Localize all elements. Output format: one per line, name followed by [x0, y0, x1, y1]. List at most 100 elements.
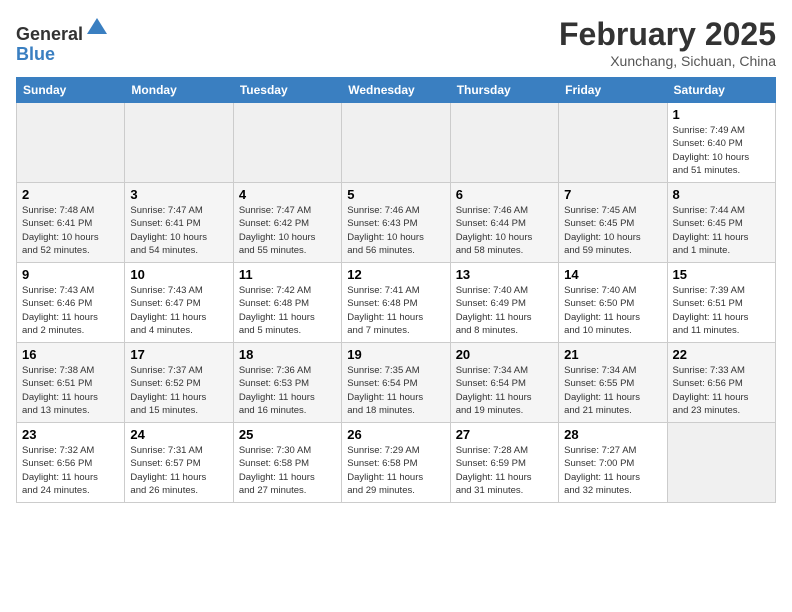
calendar-cell: 15Sunrise: 7:39 AM Sunset: 6:51 PM Dayli… [667, 263, 775, 343]
calendar-cell: 17 Sunrise: 7:37 AM Sunset: 6:52 PM Dayli… [125, 343, 233, 423]
day-number: 9 [22, 267, 119, 282]
weekday-header-sunday: Sunday [17, 78, 125, 103]
calendar-cell: 10 Sunrise: 7:43 AM Sunset: 6:47 PM Dayli… [125, 263, 233, 343]
calendar-cell: 18 Sunrise: 7:36 AM Sunset: 6:53 PM Dayli… [233, 343, 341, 423]
day-info: Sunrise: 7:32 AM Sunset: 6:56 PM Dayligh… [22, 444, 119, 497]
calendar-cell [667, 423, 775, 503]
day-info: Sunrise: 7:40 AM Sunset: 6:50 PM Dayligh… [564, 284, 661, 337]
day-info: Sunrise: 7:27 AM Sunset: 7:00 PM Dayligh… [564, 444, 661, 497]
day-number: 6 [456, 187, 553, 202]
day-number: 11 [239, 267, 336, 282]
day-info: Sunrise: 7:48 AM Sunset: 6:41 PM Dayligh… [22, 204, 119, 257]
day-info: Sunrise: 7:46 AM Sunset: 6:43 PM Dayligh… [347, 204, 444, 257]
day-number: 20 [456, 347, 553, 362]
weekday-header-thursday: Thursday [450, 78, 558, 103]
day-number: 3 [130, 187, 227, 202]
day-info: Sunrise: 7:34 AM Sunset: 6:55 PM Dayligh… [564, 364, 661, 417]
day-info: Sunrise: 7:30 AM Sunset: 6:58 PM Dayligh… [239, 444, 336, 497]
calendar-cell: 2Sunrise: 7:48 AM Sunset: 6:41 PM Daylig… [17, 183, 125, 263]
day-number: 26 [347, 427, 444, 442]
calendar-week-3: 9 Sunrise: 7:43 AM Sunset: 6:46 PM Daylig… [17, 263, 776, 343]
calendar-cell: 20Sunrise: 7:34 AM Sunset: 6:54 PM Dayli… [450, 343, 558, 423]
day-info: Sunrise: 7:44 AM Sunset: 6:45 PM Dayligh… [673, 204, 770, 257]
day-info: Sunrise: 7:31 AM Sunset: 6:57 PM Dayligh… [130, 444, 227, 497]
calendar-cell: 28 Sunrise: 7:27 AM Sunset: 7:00 PM Dayli… [559, 423, 667, 503]
calendar-cell: 26 Sunrise: 7:29 AM Sunset: 6:58 PM Dayli… [342, 423, 450, 503]
logo-blue: Blue [16, 44, 55, 64]
day-number: 16 [22, 347, 119, 362]
calendar-week-1: 1 Sunrise: 7:49 AM Sunset: 6:40 PM Daylig… [17, 103, 776, 183]
calendar-cell: 12Sunrise: 7:41 AM Sunset: 6:48 PM Dayli… [342, 263, 450, 343]
calendar-cell: 4 Sunrise: 7:47 AM Sunset: 6:42 PM Daylig… [233, 183, 341, 263]
day-info: Sunrise: 7:49 AM Sunset: 6:40 PM Dayligh… [673, 124, 770, 177]
weekday-header-friday: Friday [559, 78, 667, 103]
calendar-cell [342, 103, 450, 183]
calendar-week-4: 16 Sunrise: 7:38 AM Sunset: 6:51 PM Dayli… [17, 343, 776, 423]
day-number: 12 [347, 267, 444, 282]
day-info: Sunrise: 7:38 AM Sunset: 6:51 PM Dayligh… [22, 364, 119, 417]
day-number: 28 [564, 427, 661, 442]
day-number: 4 [239, 187, 336, 202]
calendar-cell [559, 103, 667, 183]
day-number: 21 [564, 347, 661, 362]
month-title: February 2025 [559, 16, 776, 53]
day-number: 1 [673, 107, 770, 122]
calendar-cell: 6 Sunrise: 7:46 AM Sunset: 6:44 PM Daylig… [450, 183, 558, 263]
calendar-cell [17, 103, 125, 183]
day-number: 22 [673, 347, 770, 362]
day-number: 8 [673, 187, 770, 202]
calendar-cell: 14 Sunrise: 7:40 AM Sunset: 6:50 PM Dayli… [559, 263, 667, 343]
day-info: Sunrise: 7:43 AM Sunset: 6:46 PM Dayligh… [22, 284, 119, 337]
day-info: Sunrise: 7:46 AM Sunset: 6:44 PM Dayligh… [456, 204, 553, 257]
day-number: 13 [456, 267, 553, 282]
day-number: 18 [239, 347, 336, 362]
day-info: Sunrise: 7:47 AM Sunset: 6:42 PM Dayligh… [239, 204, 336, 257]
day-number: 27 [456, 427, 553, 442]
location: Xunchang, Sichuan, China [559, 53, 776, 69]
day-info: Sunrise: 7:33 AM Sunset: 6:56 PM Dayligh… [673, 364, 770, 417]
day-number: 7 [564, 187, 661, 202]
calendar-cell: 22 Sunrise: 7:33 AM Sunset: 6:56 PM Dayli… [667, 343, 775, 423]
calendar-week-2: 2Sunrise: 7:48 AM Sunset: 6:41 PM Daylig… [17, 183, 776, 263]
calendar-cell: 9 Sunrise: 7:43 AM Sunset: 6:46 PM Daylig… [17, 263, 125, 343]
day-info: Sunrise: 7:37 AM Sunset: 6:52 PM Dayligh… [130, 364, 227, 417]
calendar-cell [125, 103, 233, 183]
title-block: February 2025 Xunchang, Sichuan, China [559, 16, 776, 69]
day-number: 19 [347, 347, 444, 362]
day-number: 10 [130, 267, 227, 282]
calendar-cell: 7 Sunrise: 7:45 AM Sunset: 6:45 PM Daylig… [559, 183, 667, 263]
calendar-cell [233, 103, 341, 183]
weekday-header-monday: Monday [125, 78, 233, 103]
day-number: 24 [130, 427, 227, 442]
weekday-header-tuesday: Tuesday [233, 78, 341, 103]
weekday-header-saturday: Saturday [667, 78, 775, 103]
calendar-cell: 3 Sunrise: 7:47 AM Sunset: 6:41 PM Daylig… [125, 183, 233, 263]
day-info: Sunrise: 7:35 AM Sunset: 6:54 PM Dayligh… [347, 364, 444, 417]
day-number: 17 [130, 347, 227, 362]
day-info: Sunrise: 7:42 AM Sunset: 6:48 PM Dayligh… [239, 284, 336, 337]
day-number: 5 [347, 187, 444, 202]
calendar-cell: 23 Sunrise: 7:32 AM Sunset: 6:56 PM Dayli… [17, 423, 125, 503]
calendar-cell: 27Sunrise: 7:28 AM Sunset: 6:59 PM Dayli… [450, 423, 558, 503]
day-info: Sunrise: 7:43 AM Sunset: 6:47 PM Dayligh… [130, 284, 227, 337]
calendar-cell: 21 Sunrise: 7:34 AM Sunset: 6:55 PM Dayli… [559, 343, 667, 423]
calendar-week-5: 23 Sunrise: 7:32 AM Sunset: 6:56 PM Dayli… [17, 423, 776, 503]
logo: General Blue [16, 16, 109, 65]
calendar-cell: 25Sunrise: 7:30 AM Sunset: 6:58 PM Dayli… [233, 423, 341, 503]
day-info: Sunrise: 7:36 AM Sunset: 6:53 PM Dayligh… [239, 364, 336, 417]
day-info: Sunrise: 7:45 AM Sunset: 6:45 PM Dayligh… [564, 204, 661, 257]
page-header: General Blue February 2025 Xunchang, Sic… [16, 16, 776, 69]
day-info: Sunrise: 7:39 AM Sunset: 6:51 PM Dayligh… [673, 284, 770, 337]
weekday-header-row: SundayMondayTuesdayWednesdayThursdayFrid… [17, 78, 776, 103]
day-number: 14 [564, 267, 661, 282]
calendar-table: SundayMondayTuesdayWednesdayThursdayFrid… [16, 77, 776, 503]
day-number: 23 [22, 427, 119, 442]
calendar-cell: 16 Sunrise: 7:38 AM Sunset: 6:51 PM Dayli… [17, 343, 125, 423]
day-info: Sunrise: 7:47 AM Sunset: 6:41 PM Dayligh… [130, 204, 227, 257]
day-info: Sunrise: 7:29 AM Sunset: 6:58 PM Dayligh… [347, 444, 444, 497]
calendar-cell: 24 Sunrise: 7:31 AM Sunset: 6:57 PM Dayli… [125, 423, 233, 503]
calendar-cell: 8 Sunrise: 7:44 AM Sunset: 6:45 PM Daylig… [667, 183, 775, 263]
day-info: Sunrise: 7:40 AM Sunset: 6:49 PM Dayligh… [456, 284, 553, 337]
logo-icon [85, 16, 109, 40]
calendar-cell: 11 Sunrise: 7:42 AM Sunset: 6:48 PM Dayli… [233, 263, 341, 343]
